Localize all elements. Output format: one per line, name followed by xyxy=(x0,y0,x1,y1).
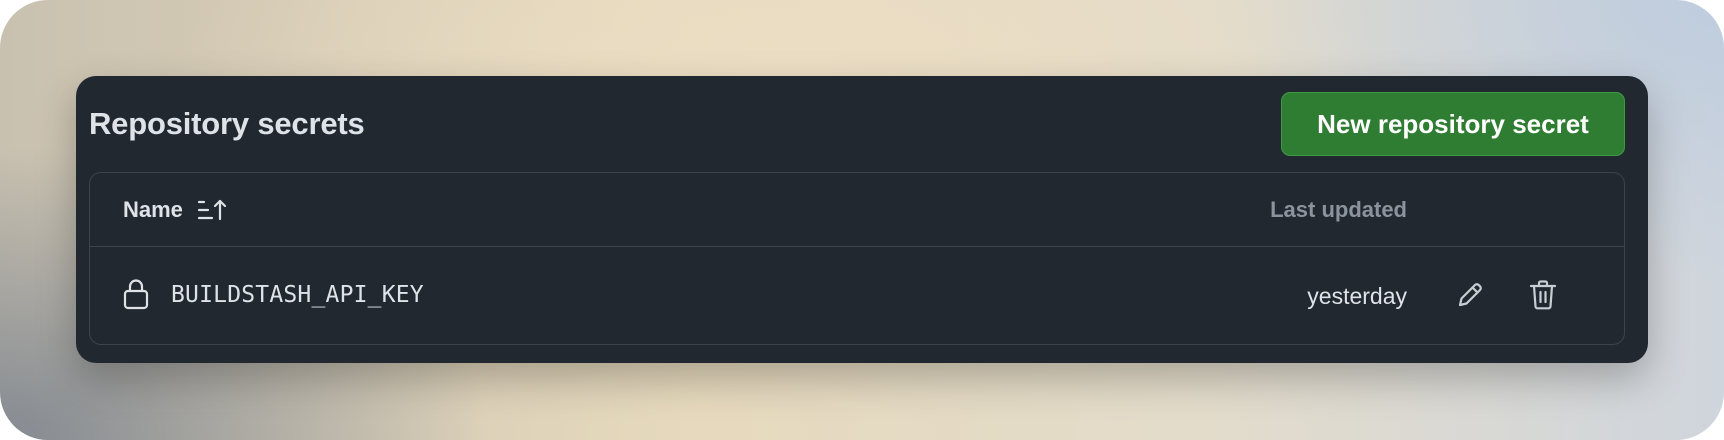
pencil-icon xyxy=(1455,280,1485,310)
column-header-name[interactable]: Name xyxy=(123,197,227,223)
column-header-last-updated[interactable]: Last updated xyxy=(1270,197,1407,223)
window-background: Repository secrets New repository secret… xyxy=(0,0,1724,440)
secret-last-updated: yesterday xyxy=(1307,283,1407,309)
table-header: Name Last updated xyxy=(90,173,1624,247)
edit-secret-button[interactable] xyxy=(1450,275,1490,315)
lock-icon xyxy=(123,278,149,310)
delete-secret-button[interactable] xyxy=(1523,275,1563,315)
new-repository-secret-button[interactable]: New repository secret xyxy=(1281,92,1625,156)
sort-ascending-icon[interactable] xyxy=(197,198,227,222)
secret-name: BUILDSTASH_API_KEY xyxy=(171,282,424,308)
page-title: Repository secrets xyxy=(89,106,365,141)
secrets-table: Name Last updated BUILDSTASH_API_KEY yes… xyxy=(89,172,1625,345)
column-header-name-label: Name xyxy=(123,197,183,222)
repository-secrets-panel: Repository secrets New repository secret… xyxy=(76,76,1648,363)
table-row: BUILDSTASH_API_KEY yesterday xyxy=(90,247,1624,344)
trash-icon xyxy=(1529,279,1557,311)
